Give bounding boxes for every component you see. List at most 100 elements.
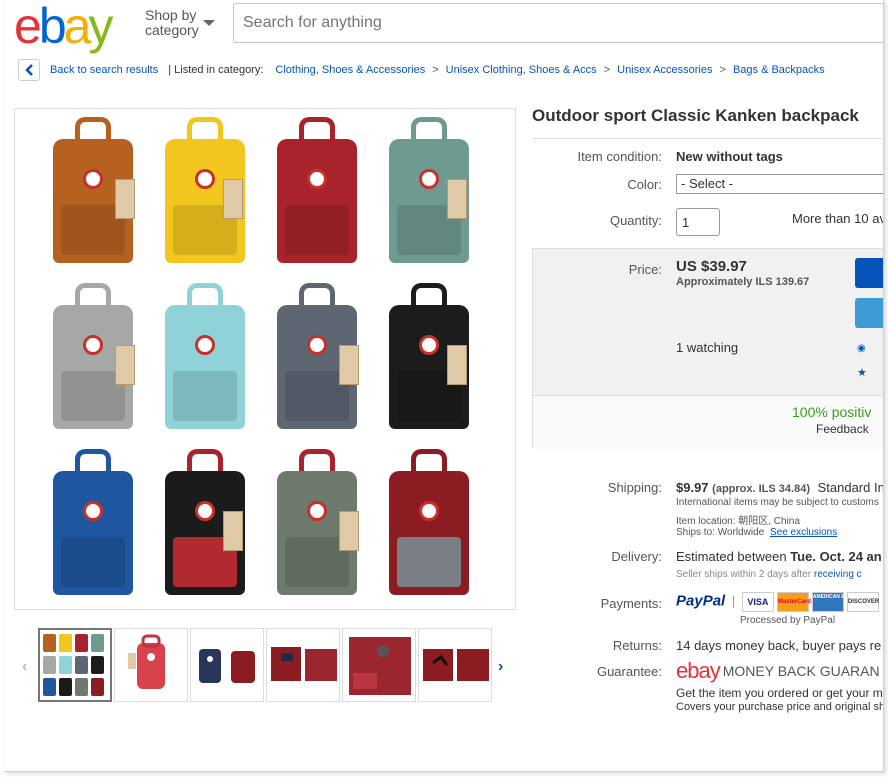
thumbnail-6[interactable] <box>418 628 492 702</box>
quantity-input[interactable]: 1 <box>676 208 720 236</box>
backpack-image <box>157 117 253 267</box>
search-input[interactable] <box>233 3 883 43</box>
shop-by-line2: category <box>145 22 199 38</box>
thumbnail-2[interactable] <box>114 628 188 702</box>
shop-by-line1: Shop by <box>145 7 197 23</box>
back-button[interactable] <box>18 59 40 81</box>
backpack-thumb-image <box>349 637 411 695</box>
eye-icon[interactable]: ◉ <box>857 343 866 354</box>
condition-label: Item condition: <box>577 149 662 164</box>
shipping-method: Standard In <box>817 480 884 495</box>
amex-icon: AMERICAN EXPRESS <box>811 592 865 612</box>
ebay-logo[interactable]: ebay <box>14 0 113 54</box>
quantity-available: More than 10 av <box>792 211 884 226</box>
price-value: US $39.97 <box>676 258 747 275</box>
shipping-approx: (approx. ILS 34.84) <box>712 483 810 495</box>
ships-to-text: Ships to: Worldwide <box>676 527 765 538</box>
shipping-cost-line: $9.97 (approx. ILS 34.84) Standard In <box>676 480 884 495</box>
ships-to: Ships to: Worldwide See exclusions <box>676 527 837 538</box>
visa-icon: VISA <box>741 592 774 612</box>
mini-backpack <box>43 678 56 696</box>
logo-letter-e: e <box>14 0 42 54</box>
thumbnail-5[interactable] <box>342 628 416 702</box>
payments-label: Payments: <box>600 596 662 611</box>
chevron-left-icon <box>25 64 33 76</box>
backpack-image <box>45 283 141 433</box>
discover-icon: DISCOVER <box>846 592 879 612</box>
see-exclusions-link[interactable]: See exclusions <box>770 527 837 538</box>
shipping-cost: $9.97 <box>676 480 709 495</box>
divider: | <box>731 593 736 609</box>
thumb-next-icon[interactable]: › <box>498 658 503 676</box>
delivery-label: Delivery: <box>611 549 662 564</box>
back-to-search-link[interactable]: Back to search results <box>50 64 158 76</box>
shop-by-category-button[interactable]: Shop by category <box>145 8 199 38</box>
shipping-label: Shipping: <box>607 480 662 495</box>
customs-note: International items may be subject to cu… <box>676 497 879 508</box>
delivery-note: Seller ships within 2 days after receivi… <box>676 569 862 580</box>
mastercard-icon: MasterCard <box>776 592 811 612</box>
backpack-thumb-image <box>199 649 255 683</box>
breadcrumb-separator: > <box>432 64 439 76</box>
guarantee-title: MONEY BACK GUARAN <box>722 663 880 679</box>
backpack-thumb-image <box>423 649 489 681</box>
add-to-cart-button[interactable] <box>855 298 883 328</box>
logo-letter-a: a <box>63 0 92 54</box>
backpack-image <box>45 117 141 267</box>
backpack-image <box>381 449 477 599</box>
color-select[interactable]: - Select - <box>676 174 883 194</box>
ebay-listing-page: ebay Shop by category Back to search res… <box>4 0 884 772</box>
divider <box>532 138 883 139</box>
delivery-note-text: Seller ships within 2 days after <box>676 569 812 580</box>
mini-backpack <box>75 678 88 696</box>
feedback-label[interactable]: Feedback <box>816 422 869 436</box>
delivery-estimate: Estimated between Tue. Oct. 24 an <box>676 549 882 564</box>
mini-backpack <box>59 678 72 696</box>
guarantee-label: Guarantee: <box>596 664 662 679</box>
backpack-image <box>269 117 365 267</box>
backpack-image <box>269 283 365 433</box>
backpack-thumb-image <box>128 634 165 689</box>
breadcrumb-item-bags[interactable]: Bags & Backpacks <box>733 64 825 76</box>
mini-backpack <box>43 656 56 674</box>
backpack-image <box>269 449 365 599</box>
watching-count: 1 watching <box>676 340 739 355</box>
chevron-down-icon[interactable] <box>203 20 215 26</box>
ebay-guarantee-logo: ebay <box>676 658 721 683</box>
money-back-guarantee: ebay MONEY BACK GUARAN <box>676 658 880 684</box>
condition-value: New without tags <box>676 149 783 164</box>
mini-backpack <box>59 656 72 674</box>
thumbnail-4[interactable] <box>266 628 340 702</box>
thumbnail-3[interactable] <box>190 628 264 702</box>
paypal-logo: PayPal <box>676 592 726 610</box>
backpack-image <box>157 283 253 433</box>
mini-backpack <box>75 656 88 674</box>
backpack-image <box>45 449 141 599</box>
item-title: Outdoor sport Classic Kanken backpack <box>532 106 859 125</box>
breadcrumb-item-unisex-clothing[interactable]: Unisex Clothing, Shoes & Accs <box>446 64 597 76</box>
thumb-prev-icon[interactable]: ‹ <box>22 658 27 676</box>
backpack-collage <box>37 109 487 609</box>
price-label: Price: <box>628 262 662 277</box>
mini-backpack <box>91 678 104 696</box>
mini-backpack <box>91 634 104 652</box>
logo-letter-y: y <box>88 0 113 54</box>
breadcrumb: Back to search results | Listed in categ… <box>18 58 825 82</box>
buy-it-now-button[interactable] <box>855 258 883 288</box>
delivery-date: Tue. Oct. 24 an <box>790 549 882 564</box>
mini-backpack <box>75 634 88 652</box>
color-label: Color: <box>627 177 662 192</box>
backpack-thumb-image <box>271 647 337 681</box>
main-product-image[interactable] <box>14 108 516 610</box>
star-icon[interactable]: ★ <box>857 366 867 379</box>
receiving-link[interactable]: receiving c <box>814 569 862 580</box>
breadcrumb-item-clothing[interactable]: Clothing, Shoes & Accessories <box>275 64 425 76</box>
mini-backpack <box>91 656 104 674</box>
backpack-image <box>157 449 253 599</box>
thumbnail-strip: ‹ › <box>22 628 512 706</box>
breadcrumb-item-unisex-accessories[interactable]: Unisex Accessories <box>617 64 712 76</box>
guarantee-line1: Get the item you ordered or get your m <box>676 686 883 700</box>
quantity-label: Quantity: <box>609 213 662 228</box>
returns-label: Returns: <box>612 638 662 653</box>
thumbnail-1[interactable] <box>38 628 112 702</box>
